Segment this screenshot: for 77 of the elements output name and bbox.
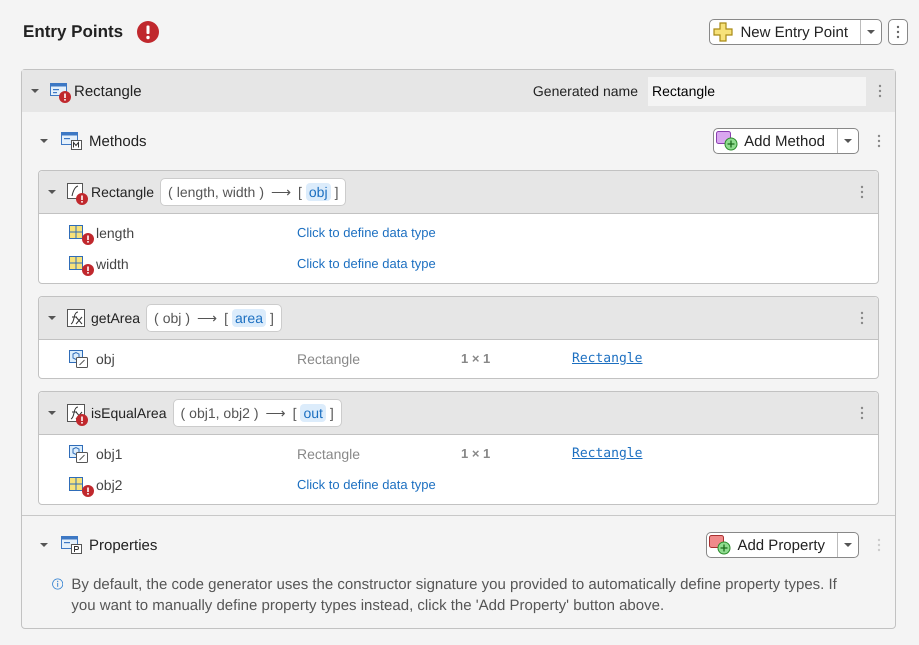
signature-bracket: ] xyxy=(334,184,338,200)
signature-bracket: ) xyxy=(185,310,190,326)
collapse-caret-icon[interactable] xyxy=(39,540,49,550)
signature-box[interactable]: ( obj1, obj2 ) ⟶ [ out ] xyxy=(172,399,342,427)
more-options-icon[interactable] xyxy=(860,406,864,420)
signature-bracket: ] xyxy=(270,310,274,326)
class-link[interactable]: Rectangle xyxy=(572,351,642,366)
input-arguments: obj1, obj2 xyxy=(189,405,250,421)
plus-icon xyxy=(712,21,734,43)
define-type-link[interactable]: Click to define data type xyxy=(297,225,436,240)
methods-icon xyxy=(61,132,83,150)
add-method-icon xyxy=(716,131,738,151)
section-label: Properties xyxy=(89,536,158,554)
collapse-caret-icon[interactable] xyxy=(47,187,57,197)
generated-name-label: Generated name xyxy=(532,83,638,99)
collapse-caret-icon[interactable] xyxy=(30,86,40,96)
arrow-symbol: ⟶ xyxy=(271,184,291,200)
collapse-caret-icon[interactable] xyxy=(47,408,57,418)
grid-icon xyxy=(69,256,85,272)
define-type-link[interactable]: Click to define data type xyxy=(297,256,436,271)
method-name: isEqualArea xyxy=(91,405,166,421)
signature-box[interactable]: ( obj ) ⟶ [ area ] xyxy=(146,304,282,332)
signature-bracket: ) xyxy=(259,184,264,200)
more-options-icon xyxy=(896,25,900,39)
arrow-symbol: ⟶ xyxy=(266,405,286,421)
collapse-caret-icon[interactable] xyxy=(47,313,57,323)
argument-name: obj2 xyxy=(96,476,124,492)
signature-bracket: ( xyxy=(180,405,186,421)
signature-bracket: [ xyxy=(224,310,228,326)
argument-size: 1 × 1 xyxy=(461,351,492,366)
signature-bracket: ) xyxy=(254,405,259,421)
more-options-button[interactable] xyxy=(888,19,908,45)
more-options-icon[interactable] xyxy=(860,311,864,325)
function-icon xyxy=(67,309,85,327)
argument-type: Rectangle xyxy=(297,350,362,366)
new-entry-point-button[interactable]: New Entry Point xyxy=(709,19,882,45)
object-icon xyxy=(69,350,89,368)
argument-name: width xyxy=(96,256,130,272)
argument-name: obj1 xyxy=(96,446,124,462)
generated-name-field[interactable]: Rectangle xyxy=(648,76,866,106)
input-arguments: obj xyxy=(162,310,182,326)
argument-name: obj xyxy=(96,350,116,366)
signature-bracket: ( xyxy=(154,310,159,326)
add-property-icon xyxy=(709,535,732,555)
grid-icon xyxy=(69,224,85,240)
class-name: Rectangle xyxy=(74,82,142,100)
input-arguments: length, width xyxy=(176,184,256,200)
argument-type: Rectangle xyxy=(297,446,362,462)
properties-icon xyxy=(61,536,83,554)
method-name: getArea xyxy=(91,310,140,326)
grid-icon xyxy=(69,476,85,492)
class-icon xyxy=(50,83,68,99)
constructor-icon xyxy=(67,183,85,201)
add-method-button[interactable]: Add Method xyxy=(713,128,859,154)
more-options-icon[interactable] xyxy=(877,134,881,148)
more-options-icon[interactable] xyxy=(878,84,882,98)
info-message: By default, the code generator uses the constructor signature you provided to automatically define property types. If you want to manually define property types instead, click the 'Add Property' button above. xyxy=(71,575,838,616)
signature-box[interactable]: ( length, width ) ⟶ [ obj ] xyxy=(160,178,346,206)
object-icon xyxy=(69,444,89,462)
output-argument: area xyxy=(232,309,266,327)
define-type-link[interactable]: Click to define data type xyxy=(297,477,436,492)
method-name: Rectangle xyxy=(91,184,154,200)
collapse-caret-icon[interactable] xyxy=(39,136,49,146)
signature-bracket: ( xyxy=(168,184,173,200)
signature-bracket: [ xyxy=(292,405,296,421)
argument-name: length xyxy=(96,224,136,240)
section-label: Methods xyxy=(89,132,147,150)
output-argument: out xyxy=(300,404,326,422)
signature-bracket: ] xyxy=(330,405,334,421)
signature-bracket: [ xyxy=(298,184,302,200)
arrow-symbol: ⟶ xyxy=(197,310,218,326)
class-link[interactable]: Rectangle xyxy=(572,446,642,461)
argument-size: 1 × 1 xyxy=(461,446,492,461)
output-argument: obj xyxy=(306,183,331,201)
more-options-icon[interactable] xyxy=(860,185,864,199)
page-title: Entry Points xyxy=(23,22,124,42)
add-property-button[interactable]: Add Property xyxy=(706,532,859,558)
